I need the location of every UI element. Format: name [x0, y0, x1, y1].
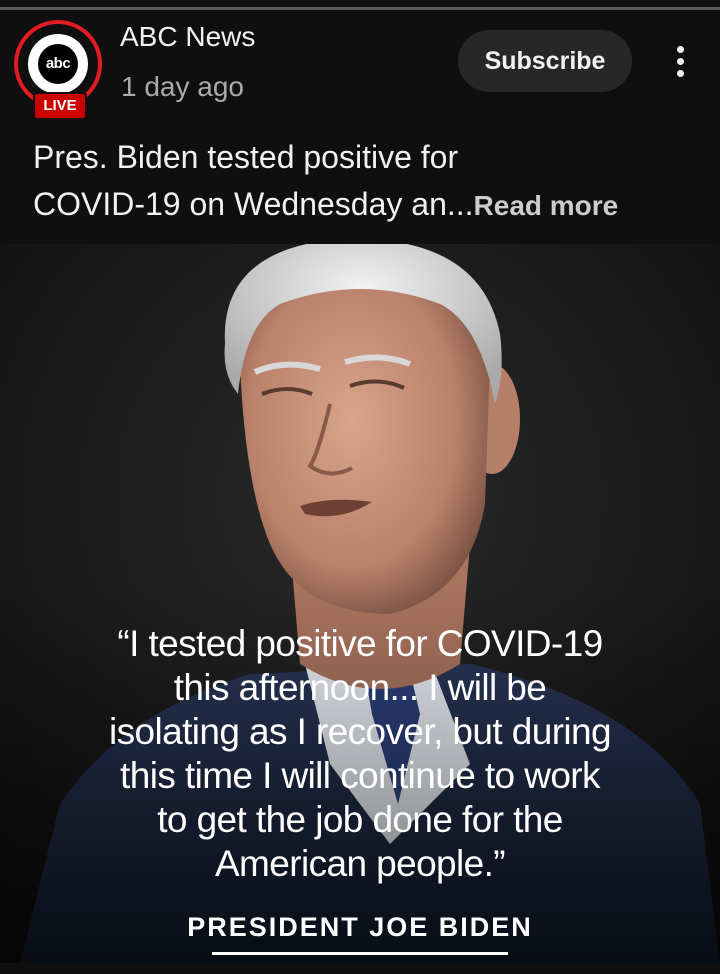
quote-line: this time I will continue to work [120, 755, 600, 796]
quote-text: “I tested positive for COVID-19 this aft… [20, 622, 700, 886]
abc-logo-mark: abc [38, 44, 78, 84]
channel-name[interactable]: ABC News [120, 21, 255, 53]
caption-text: COVID-19 on Wednesday an... [33, 186, 474, 222]
post-caption: Pres. Biden tested positive for COVID-19… [33, 134, 693, 229]
more-dot [677, 46, 684, 53]
quote-line: “I tested positive for COVID-19 [117, 623, 603, 664]
caption-line: Pres. Biden tested positive for [33, 139, 459, 175]
more-dot [677, 70, 684, 77]
post-image[interactable]: “I tested positive for COVID-19 this aft… [0, 244, 720, 963]
quote-attribution: PRESIDENT JOE BIDEN [187, 912, 533, 942]
quote-line: this afternoon... I will be [173, 667, 547, 708]
more-dot [677, 58, 684, 65]
post-header: abc LIVE ABC News 1 day ago Subscribe Pr… [0, 10, 720, 244]
caption-line: COVID-19 on Wednesday an...Read more [33, 181, 693, 229]
attribution-underline [212, 952, 508, 955]
live-badge: LIVE [33, 92, 87, 120]
quote-line: isolating as I recover, but during [108, 711, 612, 752]
bottom-strip [0, 963, 720, 974]
quote-line: American people.” [214, 843, 506, 884]
subscribe-button[interactable]: Subscribe [458, 30, 632, 92]
status-divider [0, 0, 720, 10]
read-more-link[interactable]: Read more [474, 190, 619, 221]
more-options-icon[interactable] [664, 44, 696, 78]
channel-avatar[interactable]: abc LIVE [14, 20, 102, 120]
post-timestamp: 1 day ago [121, 71, 244, 102]
quote-line: to get the job done for the [157, 799, 563, 840]
abc-logo: abc [28, 34, 88, 94]
